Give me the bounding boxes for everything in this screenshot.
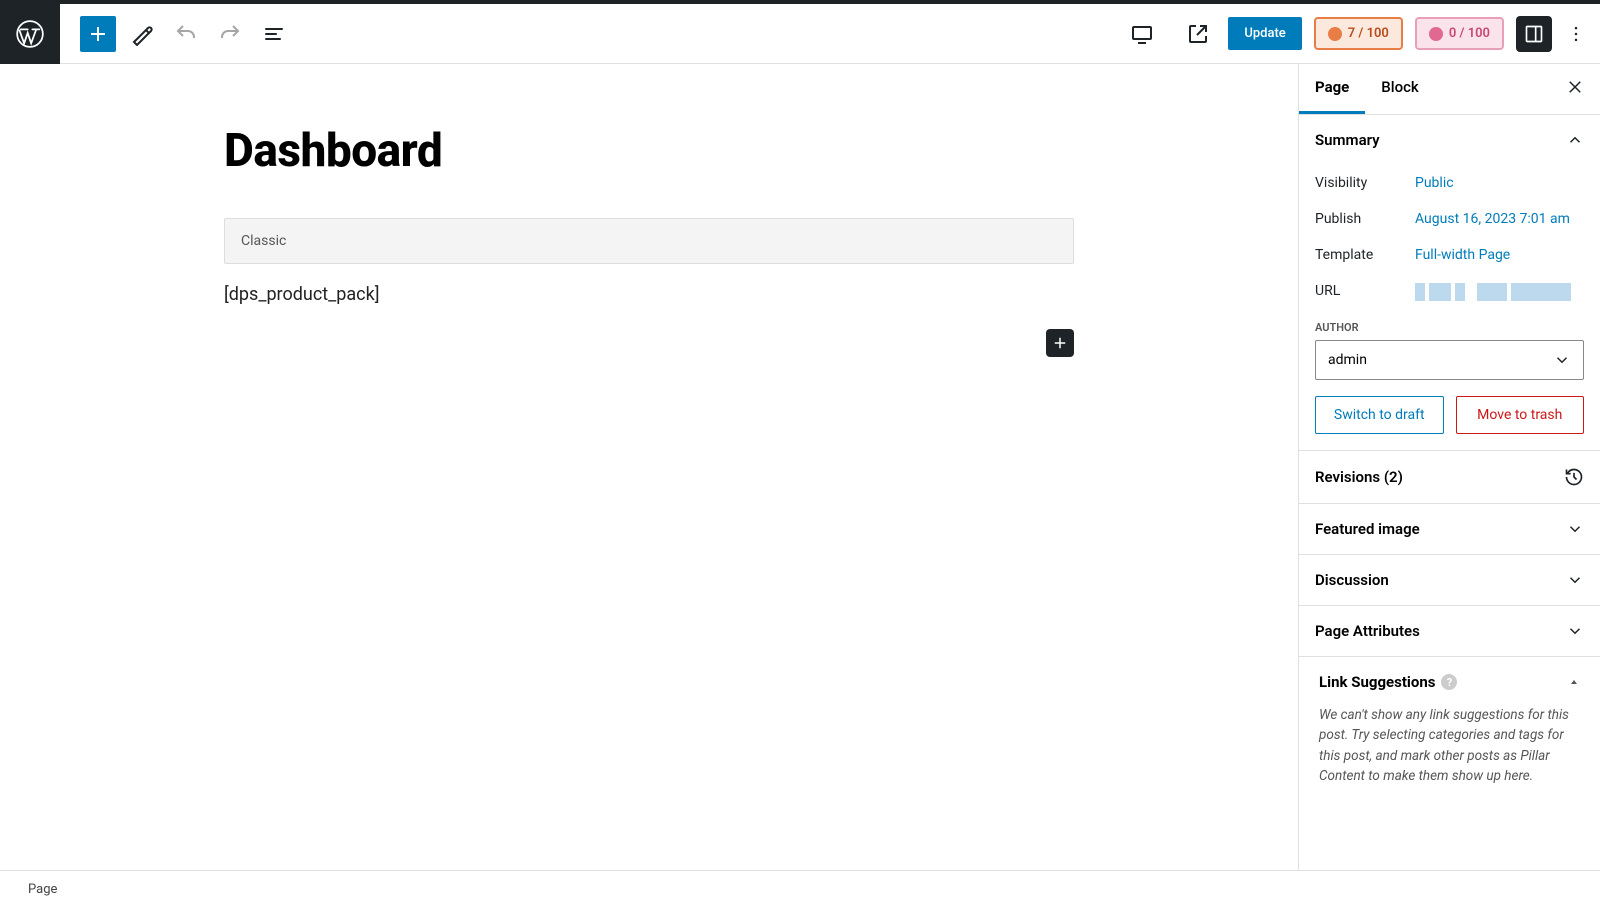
tab-block[interactable]: Block: [1365, 64, 1434, 114]
publish-value[interactable]: August 16, 2023 7:01 am: [1415, 211, 1570, 227]
move-to-trash-button[interactable]: Move to trash: [1456, 396, 1585, 434]
classic-block[interactable]: Classic: [224, 218, 1074, 264]
update-button[interactable]: Update: [1228, 17, 1301, 50]
page-attributes-panel-header[interactable]: Page Attributes: [1299, 606, 1600, 656]
add-block-button[interactable]: [80, 16, 116, 52]
more-options-button[interactable]: [1564, 16, 1588, 52]
readability-score-badge[interactable]: 0 / 100: [1415, 17, 1504, 50]
visibility-value[interactable]: Public: [1415, 175, 1454, 191]
close-sidebar-button[interactable]: [1550, 64, 1600, 114]
footer-breadcrumb: Page: [0, 870, 1600, 908]
undo-button[interactable]: [168, 16, 204, 52]
chevron-down-icon: [1566, 622, 1584, 640]
template-label: Template: [1315, 247, 1415, 263]
chevron-down-icon: [1566, 571, 1584, 589]
chevron-down-icon: [1566, 520, 1584, 538]
external-link-button[interactable]: [1180, 16, 1216, 52]
url-label: URL: [1315, 283, 1415, 301]
view-button[interactable]: [1124, 16, 1160, 52]
history-icon: [1564, 467, 1584, 487]
editor-canvas[interactable]: Dashboard Classic [dps_product_pack]: [0, 64, 1298, 870]
chevron-down-icon: [1553, 351, 1571, 369]
wordpress-logo[interactable]: [0, 4, 60, 64]
settings-panel-toggle[interactable]: [1516, 16, 1552, 52]
document-overview-button[interactable]: [256, 16, 292, 52]
add-block-inline-button[interactable]: [1046, 329, 1074, 357]
settings-sidebar: Page Block Summary Visibility Public Pub…: [1298, 64, 1600, 870]
author-select[interactable]: admin: [1315, 340, 1584, 380]
redo-button[interactable]: [212, 16, 248, 52]
summary-panel-header[interactable]: Summary: [1299, 115, 1600, 165]
tab-page[interactable]: Page: [1299, 64, 1365, 114]
author-label: AUTHOR: [1315, 321, 1584, 334]
seo-score-badge[interactable]: 7 / 100: [1314, 17, 1403, 50]
collapse-triangle-icon[interactable]: [1568, 676, 1580, 688]
switch-to-draft-button[interactable]: Switch to draft: [1315, 396, 1444, 434]
url-value[interactable]: [1415, 283, 1571, 301]
tools-button[interactable]: [124, 16, 160, 52]
help-icon[interactable]: ?: [1441, 674, 1457, 690]
revisions-panel[interactable]: Revisions (2): [1299, 451, 1600, 504]
score-dot-icon: [1429, 27, 1443, 41]
discussion-panel-header[interactable]: Discussion: [1299, 555, 1600, 605]
publish-label: Publish: [1315, 211, 1415, 227]
shortcode-text[interactable]: [dps_product_pack]: [224, 284, 1074, 305]
visibility-label: Visibility: [1315, 175, 1415, 191]
link-suggestions-text: We can't show any link suggestions for t…: [1319, 705, 1580, 786]
page-title[interactable]: Dashboard: [224, 124, 1074, 178]
score-dot-icon: [1328, 27, 1342, 41]
featured-image-panel-header[interactable]: Featured image: [1299, 504, 1600, 554]
template-value[interactable]: Full-width Page: [1415, 247, 1510, 263]
chevron-up-icon: [1566, 131, 1584, 149]
link-suggestions-heading: Link Suggestions ?: [1319, 673, 1457, 691]
